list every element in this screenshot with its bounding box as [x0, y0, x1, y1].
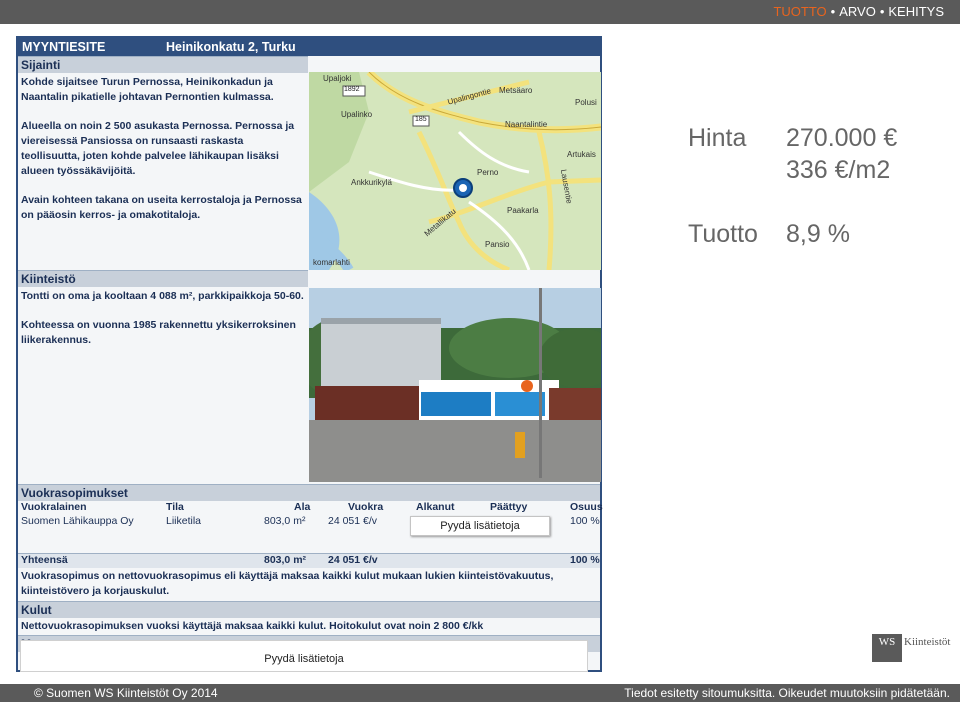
location-text-2: Alueella on noin 2 500 asukasta Pernossa…	[21, 120, 295, 177]
copyright: © Suomen WS Kiinteistöt Oy 2014	[34, 686, 218, 700]
map-label: Polusi	[575, 98, 597, 107]
sheet-address: Heinikonkatu 2, Turku	[166, 40, 296, 54]
map-label: Metsäaro	[499, 86, 533, 95]
cell-total-rent: 24 051 €/v	[328, 554, 378, 566]
bullet: •	[879, 4, 885, 19]
location-map: 1892 185 Upaljoki Metsäaro Polusi Upalin…	[309, 72, 601, 270]
ws-logo: WS Kiinteistöt	[872, 634, 952, 664]
location-section: Sijainti Kohde sijaitsee Turun Pernossa,…	[18, 56, 308, 223]
disclaimer: Tiedot esitetty sitoumuksitta. Oikeudet …	[624, 686, 950, 700]
location-text-3: Avain kohteen takana on useita kerrostal…	[21, 194, 302, 221]
photo-graphic	[309, 288, 601, 482]
map-shield-2: 185	[415, 116, 427, 123]
logo-name: Kiinteistöt	[904, 636, 951, 648]
map-label: Naantalintie	[505, 120, 548, 129]
map-label: Paakarla	[507, 206, 539, 215]
table-total-row: Yhteensä 803,0 m² 24 051 €/v 100 %	[18, 553, 600, 568]
cell-rent: 24 051 €/v	[328, 515, 378, 527]
map-label: Upaljoki	[323, 74, 352, 83]
property-text-2: Kohteessa on vuonna 1985 rakennettu yksi…	[21, 319, 296, 346]
building-photo	[309, 288, 601, 482]
col-alkanut: Alkanut	[416, 501, 455, 513]
tag-arvo: ARVO	[839, 4, 876, 19]
location-text-1: Kohde sijaitsee Turun Pernossa, Heinikon…	[21, 76, 274, 103]
map-shield-1: 1892	[344, 86, 360, 93]
cell-share: 100 %	[570, 515, 600, 527]
cell-total-area: 803,0 m²	[264, 554, 307, 566]
sheet-title: MYYNTIESITE	[22, 40, 106, 54]
property-text-1: Tontti on oma ja kooltaan 4 088 m², park…	[21, 290, 304, 302]
sheet-header: MYYNTIESITE Heinikonkatu 2, Turku	[18, 38, 600, 56]
map-label: Artukais	[567, 150, 596, 159]
cell-total-label: Yhteensä	[21, 554, 68, 566]
bullet: •	[830, 4, 836, 19]
cell-total-share: 100 %	[570, 554, 600, 566]
section-heading-sijainti: Sijainti	[18, 56, 308, 73]
map-label: Pansio	[485, 240, 510, 249]
request-info-button-other[interactable]: Pyydä lisätietoja	[20, 640, 588, 672]
footer-bar: © Suomen WS Kiinteistöt Oy 2014 Tiedot e…	[0, 684, 960, 702]
request-info-button-lease[interactable]: Pyydä lisätietoja	[410, 516, 550, 536]
map-label: Perno	[477, 168, 499, 177]
cell-tenant: Suomen Lähikauppa Oy	[21, 515, 134, 527]
sales-sheet: MYYNTIESITE Heinikonkatu 2, Turku Sijain…	[16, 36, 603, 672]
map-label: komarlahti	[313, 258, 350, 267]
yield-label: Tuotto	[688, 220, 758, 248]
cell-area: 803,0 m²	[264, 515, 306, 527]
col-vuokralainen: Vuokralainen	[21, 501, 87, 513]
tag-tuotto: TUOTTO	[773, 4, 827, 19]
top-bar: TUOTTO • ARVO • KEHITYS	[0, 0, 960, 24]
map-label: Ankkurikylä	[351, 178, 392, 187]
price-value: 270.000 €	[786, 124, 898, 152]
col-vuokra: Vuokra	[348, 501, 384, 513]
logo-mark: WS	[872, 634, 902, 662]
table-header: Vuokralainen Tila Ala Vuokra Alkanut Pää…	[18, 501, 603, 515]
section-heading-kulut: Kulut	[18, 601, 600, 618]
lease-table: Vuokrasopimukset Vuokralainen Tila Ala V…	[18, 484, 603, 652]
price-label: Hinta	[688, 124, 747, 152]
col-paattyy: Päättyy	[490, 501, 528, 513]
section-heading-kiinteisto: Kiinteistö	[18, 270, 308, 287]
costs-text: Nettovuokrasopimuksen vuoksi käyttäjä ma…	[21, 620, 484, 632]
lease-note: Vuokrasopimus on nettovuokrasopimus eli …	[21, 570, 554, 597]
map-label: Upalinko	[341, 110, 373, 119]
cell-space: Liiketila	[166, 515, 202, 527]
yield-value: 8,9 %	[786, 220, 850, 248]
tagline: TUOTTO • ARVO • KEHITYS	[773, 4, 944, 19]
tag-kehitys: KEHITYS	[888, 4, 944, 19]
price-per-m2: 336 €/m2	[786, 156, 891, 184]
col-tila: Tila	[166, 501, 184, 513]
property-section: Kiinteistö Tontti on oma ja kooltaan 4 0…	[18, 270, 308, 348]
col-ala: Ala	[294, 501, 311, 513]
col-osuus: Osuus	[570, 501, 603, 513]
section-heading-vuokrasopimukset: Vuokrasopimukset	[18, 484, 600, 501]
